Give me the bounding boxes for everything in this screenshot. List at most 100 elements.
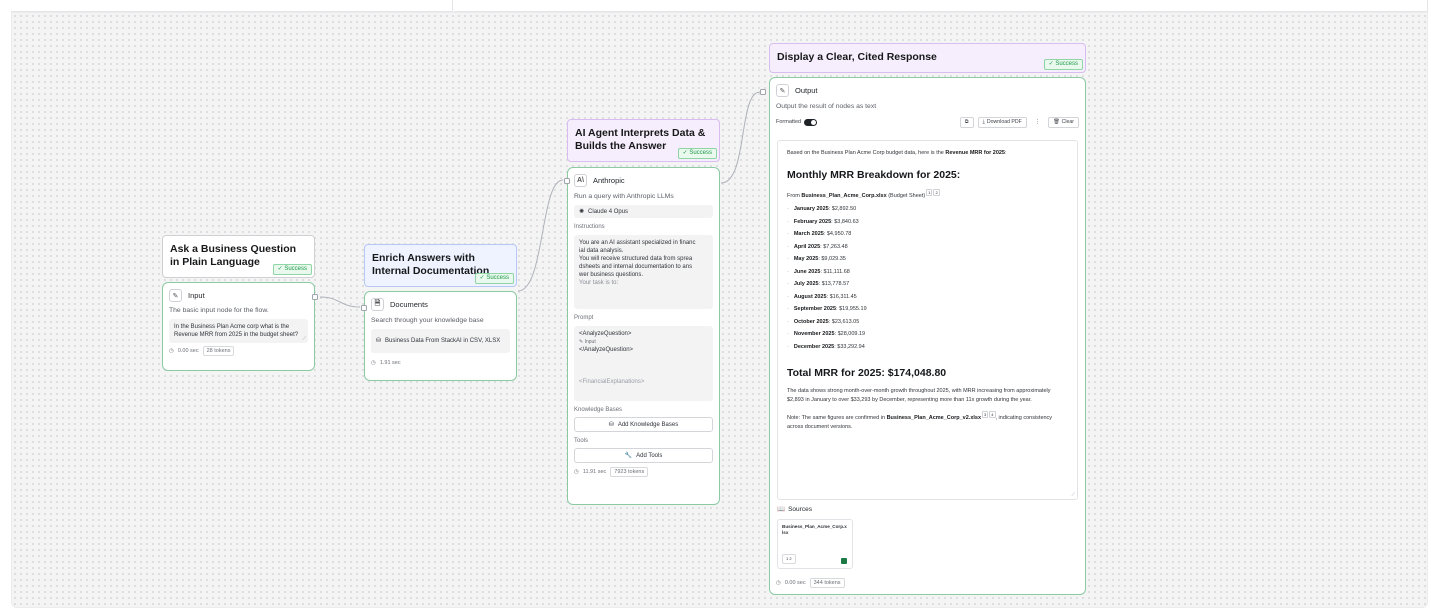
- prompt-field[interactable]: <AnalyzeQuestion> ✎ Input </AnalyzeQuest…: [574, 326, 713, 401]
- citation-badge[interactable]: 3: [982, 410, 989, 418]
- bullet-icon: ·: [787, 331, 789, 338]
- prompt-label: Prompt: [574, 315, 594, 321]
- bullet-icon: ·: [787, 268, 789, 275]
- model-select[interactable]: ✺ Claude 4 Opus: [574, 205, 713, 218]
- model-name: Claude 4 Opus: [588, 208, 629, 215]
- instructions-line: You are an AI assistant specialized in f…: [579, 240, 696, 246]
- input-port[interactable]: [361, 305, 367, 311]
- database-icon: ⛁: [608, 422, 614, 428]
- source-card[interactable]: Business_Plan_Acme_Corp.xlsx 1 2: [777, 519, 853, 569]
- month-item: · September 2025: $19,955.19: [787, 303, 1068, 316]
- month-item: · August 2025: $16,311.45: [787, 290, 1068, 303]
- token-count: 7923 tokens: [610, 467, 649, 477]
- instructions-line: wer business questions.: [579, 272, 644, 278]
- output-icon: ✎: [776, 84, 789, 97]
- monthly-list: · January 2025: $2,892.50 · February 2025: …: [787, 203, 1068, 353]
- citation-badge[interactable]: 2: [933, 189, 940, 196]
- month-item: · July 2025: $13,778.57: [787, 278, 1068, 291]
- month-entry: March 2025: $4,950.78: [793, 231, 852, 238]
- copy-icon: ⧉: [964, 118, 969, 125]
- prompt-input-chip: ✎ Input: [579, 339, 596, 345]
- resize-handle-icon[interactable]: ⟋: [1071, 491, 1075, 499]
- input-port[interactable]: [760, 89, 766, 95]
- node-description: The basic input node for the flow.: [169, 307, 269, 314]
- group-header-ask-question[interactable]: Ask a Business Question in Plain Languag…: [162, 235, 315, 278]
- bullet-icon: ·: [787, 318, 789, 325]
- input-textarea[interactable]: In the Business Plan Acme corp what is t…: [169, 319, 308, 343]
- month-entry: October 2025: $23,613.05: [793, 318, 860, 325]
- intro-text: Based on the Business Plan Acme Corp bud…: [787, 150, 1007, 156]
- formatted-label: Formatted: [776, 119, 802, 125]
- excel-icon: [841, 558, 847, 564]
- sources-header: 📖 Sources: [777, 505, 812, 514]
- formatted-toggle[interactable]: [804, 118, 818, 126]
- button-label: Add Knowledge Bases: [617, 421, 679, 428]
- bullet-icon: ·: [787, 293, 789, 300]
- month-entry: November 2025: $28,009.19: [793, 331, 866, 338]
- group-header-display-response[interactable]: Display a Clear, Cited Response ✓ Succes…: [769, 43, 1086, 73]
- node-title: Documents: [390, 300, 428, 309]
- clock-icon: ◷: [776, 580, 781, 586]
- node-title: Output: [795, 86, 818, 95]
- group-header-ai-agent[interactable]: AI Agent Interprets Data & Builds the An…: [567, 119, 720, 162]
- document-icon: 🗎: [371, 298, 384, 311]
- knowledge-source[interactable]: ⛁ Business Data From StackAI in CSV, XLS…: [371, 329, 510, 353]
- node-title: Input: [188, 291, 205, 300]
- knowledge-source-label: Business Data From StackAI in CSV, XLSX: [385, 338, 501, 344]
- output-content[interactable]: Based on the Business Plan Acme Corp bud…: [777, 140, 1078, 500]
- source-file-name: Business_Plan_Acme_Corp.xlsx: [782, 524, 847, 535]
- month-entry: December 2025: $33,292.94: [793, 343, 865, 350]
- group-title: Enrich Answers with Internal Documentati…: [372, 252, 490, 277]
- total-heading: Total MRR for 2025: $174,048.80: [787, 366, 947, 379]
- input-node[interactable]: ✎ Input The basic input node for the flo…: [162, 282, 318, 371]
- month-item: · January 2025: $2,892.50: [787, 203, 1068, 216]
- more-options-button[interactable]: ⋮: [1030, 116, 1044, 128]
- month-entry: January 2025: $2,892.50: [793, 206, 857, 213]
- status-badge: ✓ Success: [1043, 59, 1083, 70]
- model-icon: ✺: [579, 208, 585, 215]
- node-description: Search through your knowledge base: [371, 317, 484, 324]
- clear-button[interactable]: 🗑 Clear: [1048, 116, 1079, 128]
- token-count: 344 tokens: [809, 578, 845, 588]
- run-time: 0.00 sec: [177, 348, 199, 354]
- wrench-icon: 🔧: [624, 453, 633, 459]
- group-header-enrich-answers[interactable]: Enrich Answers with Internal Documentati…: [364, 244, 517, 287]
- month-entry: August 2025: $16,311.45: [793, 293, 857, 300]
- run-time: 1.91 sec: [379, 360, 401, 366]
- download-icon: ⤓: [982, 118, 985, 125]
- clock-icon: ◷: [371, 360, 376, 366]
- top-bar-right: [454, 0, 1428, 12]
- breakdown-heading: Monthly MRR Breakdown for 2025:: [787, 169, 961, 181]
- month-entry: April 2025: $7,263.48: [793, 243, 848, 250]
- button-label: Add Tools: [636, 452, 663, 459]
- citation-badge[interactable]: 1: [926, 189, 933, 196]
- prompt-more-tag: <FinancialExplanations>: [579, 379, 645, 385]
- output-port[interactable]: [312, 294, 318, 300]
- source-refs: 1 2: [782, 554, 796, 564]
- bullet-icon: ·: [787, 243, 789, 250]
- instructions-field[interactable]: You are an AI assistant specialized in f…: [574, 235, 713, 309]
- month-item: · November 2025: $28,009.19: [787, 328, 1068, 341]
- status-badge: ✓ Success: [677, 148, 717, 159]
- status-badge: ✓ Success: [474, 273, 514, 284]
- add-knowledge-bases-button[interactable]: ⛁ Add Knowledge Bases: [574, 417, 713, 432]
- input-value: In the Business Plan Acme corp what is t…: [174, 324, 299, 338]
- copy-button[interactable]: ⧉: [959, 116, 974, 128]
- anthropic-node[interactable]: A\ Anthropic Run a query with Anthropic …: [564, 167, 720, 505]
- note-text: Note: The same figures are confirmed in …: [787, 410, 1053, 431]
- input-icon: ✎: [169, 289, 182, 302]
- top-bar-left: [11, 0, 453, 12]
- download-pdf-button[interactable]: ⤓ Download PDF: [977, 116, 1027, 128]
- source-line: From Business_Plan_Acme_Corp.xlsx (Budge…: [787, 189, 940, 199]
- documents-node[interactable]: 🗎 Documents Search through your knowledg…: [361, 291, 517, 381]
- database-icon: ⛁: [376, 338, 382, 344]
- instructions-line: dsheets and internal documentation to an…: [579, 264, 693, 270]
- node-description: Output the result of nodes as text: [776, 103, 877, 110]
- instructions-line: You will receive structured data from sp…: [579, 256, 693, 262]
- resize-handle-icon[interactable]: ⟋: [302, 335, 306, 343]
- output-node[interactable]: ✎ Output Output the result of nodes as t…: [760, 77, 1086, 595]
- status-badge: ✓ Success: [272, 264, 312, 275]
- add-tools-button[interactable]: 🔧 Add Tools: [574, 448, 713, 463]
- month-item: · May 2025: $9,029.35: [787, 253, 1068, 266]
- input-port[interactable]: [564, 178, 570, 184]
